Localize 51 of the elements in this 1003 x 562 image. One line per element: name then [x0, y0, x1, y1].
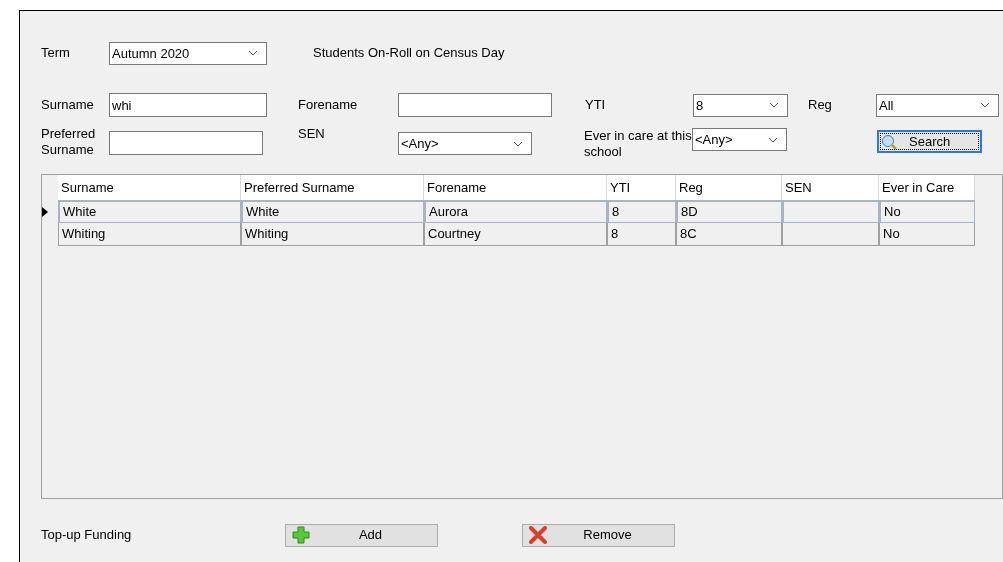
chevron-down-icon: [768, 136, 778, 143]
table-cell: 8: [607, 200, 676, 223]
field-label: Surname: [41, 97, 95, 113]
field-label: Top-up Funding: [41, 527, 133, 543]
table-row[interactable]: Whiting Whiting Courtney 8 8C No: [42, 223, 1002, 246]
chevron-down-icon: [980, 102, 990, 108]
column-header[interactable]: Ever in Care: [879, 175, 975, 200]
chevron-down-icon: [513, 140, 523, 147]
column-header[interactable]: SEN: [782, 175, 879, 200]
column-header[interactable]: Preferred Surname: [241, 175, 424, 200]
table-cell: White: [58, 200, 241, 223]
table-cell: 8: [607, 223, 676, 246]
table-cell: 8D: [676, 200, 782, 223]
table-cell: No: [879, 200, 975, 223]
column-header[interactable]: Surname: [58, 175, 241, 200]
field-label: Reg: [808, 97, 833, 113]
magnifier-icon: [881, 133, 899, 150]
field-label: YTI: [585, 97, 607, 113]
term-dropdown[interactable]: Autumn 2020: [109, 41, 267, 65]
table-cell: 8C: [676, 223, 782, 246]
reg-dropdown[interactable]: All: [876, 93, 999, 117]
table-cell: Whiting: [58, 223, 241, 246]
surname-field[interactable]: whi: [109, 93, 267, 117]
plus-icon: [292, 526, 310, 544]
field-label: Forename: [298, 97, 359, 113]
chevron-down-icon: [248, 50, 258, 56]
field-label: Preferred Surname: [41, 126, 97, 158]
table-cell: Courtney: [424, 223, 607, 246]
search-button[interactable]: Search: [877, 130, 982, 153]
table-cell: No: [879, 223, 975, 246]
field-label: Term: [41, 45, 71, 61]
column-header[interactable]: YTI: [607, 175, 676, 200]
add-button[interactable]: Add: [285, 523, 438, 547]
column-header[interactable]: Reg: [676, 175, 782, 200]
table-cell: Aurora: [424, 200, 607, 223]
preferred-surname-field[interactable]: [109, 130, 263, 155]
yti-dropdown[interactable]: 8: [693, 93, 788, 117]
census-note: Students On-Roll on Census Day: [313, 44, 505, 63]
table-row[interactable]: White White Aurora 8 8D No: [42, 200, 1002, 223]
x-icon: [529, 526, 547, 544]
ever-in-care-dropdown[interactable]: <Any>: [692, 128, 787, 151]
sen-dropdown[interactable]: <Any>: [398, 132, 532, 155]
remove-button[interactable]: Remove: [522, 523, 675, 547]
column-header[interactable]: Forename: [424, 175, 607, 200]
field-label: SEN: [298, 126, 326, 142]
chevron-down-icon: [769, 102, 779, 108]
table-cell: White: [241, 200, 424, 223]
forename-field[interactable]: [398, 93, 552, 117]
current-row-icon: [42, 206, 48, 217]
field-label: Ever in care at this school: [584, 127, 692, 160]
table-cell: Whiting: [241, 223, 424, 246]
